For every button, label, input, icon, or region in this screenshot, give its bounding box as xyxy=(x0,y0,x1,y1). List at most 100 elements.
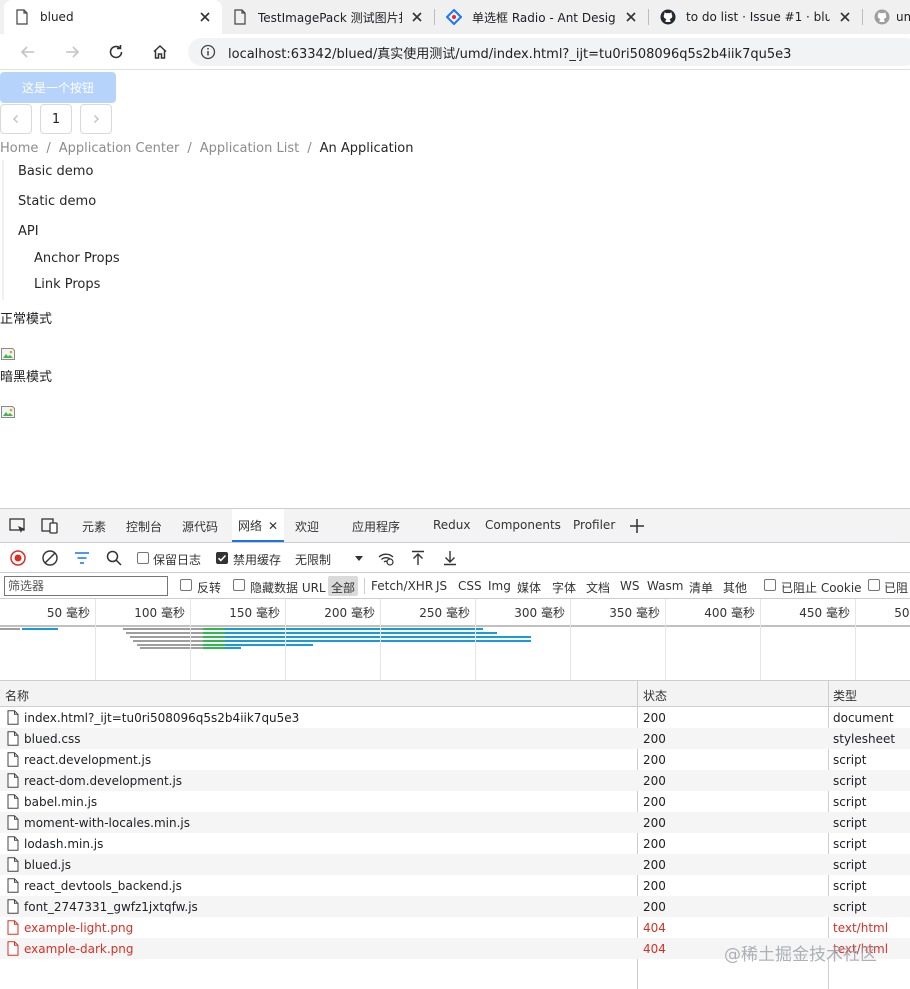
browser-tab-testimagepack[interactable]: TestImagePack 测试图片打包 xyxy=(222,0,434,34)
devtools-tab-application[interactable]: 应用程序 xyxy=(352,518,400,535)
disable-cache-checkbox[interactable] xyxy=(216,552,228,564)
browser-tab-github-issue[interactable]: to do list · Issue #1 · blueju/ xyxy=(650,0,862,34)
timeline-tick-label: 100 毫秒 xyxy=(134,606,185,620)
filter-type-ws[interactable]: WS xyxy=(620,579,639,593)
table-row[interactable]: babel.min.js 200 script xyxy=(0,791,910,812)
filter-type-font[interactable]: 字体 xyxy=(552,579,576,596)
filter-icon[interactable] xyxy=(73,549,91,567)
filter-type-js[interactable]: JS xyxy=(436,579,447,593)
browser-tab-ant-design-radio[interactable]: 单选框 Radio - Ant Design xyxy=(436,0,648,34)
reload-button[interactable] xyxy=(104,40,128,64)
filter-type-fetch-xhr[interactable]: Fetch/XHR xyxy=(371,579,433,593)
network-conditions-icon[interactable] xyxy=(377,549,395,567)
anchor-link-basic-demo[interactable]: Basic demo xyxy=(18,164,93,179)
export-har-icon[interactable] xyxy=(441,549,459,567)
filter-type-other[interactable]: 其他 xyxy=(723,579,747,596)
anchor-link-api[interactable]: API xyxy=(18,224,39,239)
table-row[interactable]: react_devtools_backend.js 200 script xyxy=(0,875,910,896)
browser-tab-blued[interactable]: blued xyxy=(4,0,222,34)
plus-icon[interactable] xyxy=(627,516,647,536)
dark-mode-label: 暗黑模式 xyxy=(0,370,53,385)
filter-type-wasm[interactable]: Wasm xyxy=(647,579,683,593)
table-row[interactable]: react-dom.development.js 200 script xyxy=(0,770,910,791)
close-icon[interactable]: ✕ xyxy=(268,519,278,533)
hide-data-urls-checkbox[interactable] xyxy=(233,579,245,591)
devtools-tab-profiler[interactable]: Profiler xyxy=(573,518,615,532)
devtools-tab-console[interactable]: 控制台 xyxy=(126,518,162,535)
table-header: 名称 状态 类型 xyxy=(0,681,910,707)
devtools-panel: 元素 控制台 源代码 网络 ✕ 欢迎 应用程序 Redux Components … xyxy=(0,508,910,989)
filter-type-manifest[interactable]: 清单 xyxy=(689,579,713,596)
table-row[interactable]: index.html?_ijt=tu0ri508096q5s2b4iik7qu5… xyxy=(0,707,910,728)
filter-type-img[interactable]: Img xyxy=(488,579,511,593)
devtools-tab-sources[interactable]: 源代码 xyxy=(182,518,218,535)
devtools-tab-network[interactable]: 网络 ✕ xyxy=(232,509,285,542)
anchor-link-link-props[interactable]: Link Props xyxy=(34,277,100,292)
cell-type: script xyxy=(833,816,867,830)
anchor-link-anchor-props[interactable]: Anchor Props xyxy=(34,251,120,266)
column-header-name[interactable]: 名称 xyxy=(5,687,29,704)
blocked-requests-checkbox[interactable] xyxy=(868,579,880,591)
pagination-prev-button[interactable] xyxy=(0,104,32,134)
anchor-link-static-demo[interactable]: Static demo xyxy=(18,194,96,209)
waterfall-bar xyxy=(203,636,225,638)
forward-button[interactable] xyxy=(60,40,84,64)
arrow-right-icon xyxy=(66,46,80,58)
preserve-log-checkbox[interactable] xyxy=(137,552,149,564)
filter-type-css[interactable]: CSS xyxy=(458,579,482,593)
table-row[interactable]: blued.css 200 stylesheet xyxy=(0,728,910,749)
close-icon[interactable] xyxy=(408,8,426,26)
filter-type-all[interactable]: 全部 xyxy=(328,576,359,596)
home-button[interactable] xyxy=(148,40,172,64)
devtools-tab-components[interactable]: Components xyxy=(485,518,561,532)
clear-icon[interactable] xyxy=(41,549,59,567)
throttling-select[interactable]: 无限制 xyxy=(295,551,331,568)
network-overview-timeline[interactable]: 50 毫秒 100 毫秒 150 毫秒 200 毫秒 250 毫秒 300 毫秒 350 毫… xyxy=(0,599,910,681)
record-icon[interactable] xyxy=(9,549,27,567)
pagination-next-button[interactable] xyxy=(80,104,112,134)
filter-type-doc[interactable]: 文档 xyxy=(586,579,610,596)
close-icon[interactable] xyxy=(622,8,640,26)
waterfall-bar xyxy=(225,632,497,634)
search-icon[interactable] xyxy=(105,549,123,567)
waterfall-bar xyxy=(140,647,203,649)
tab-title: TestImagePack 测试图片打包 xyxy=(258,10,402,25)
close-icon[interactable] xyxy=(196,8,214,26)
inspect-element-icon[interactable] xyxy=(8,516,28,536)
close-icon[interactable] xyxy=(836,8,854,26)
invert-checkbox[interactable] xyxy=(180,579,192,591)
import-har-icon[interactable] xyxy=(409,549,427,567)
info-icon[interactable] xyxy=(200,44,216,60)
cell-name: font_2747331_gwfz1jxtqfw.js xyxy=(24,900,198,914)
address-bar[interactable]: localhost:63342/blued/真实使用测试/umd/index.h… xyxy=(188,38,910,66)
pagination-page-1[interactable]: 1 xyxy=(40,104,72,134)
filter-input[interactable] xyxy=(4,576,168,596)
device-toolbar-icon[interactable] xyxy=(40,516,60,536)
table-row[interactable]: moment-with-locales.min.js 200 script xyxy=(0,812,910,833)
devtools-tab-elements[interactable]: 元素 xyxy=(82,518,106,535)
breadcrumb-item-application-center[interactable]: Application Center xyxy=(59,141,180,156)
table-row[interactable]: example-light.png 404 text/html xyxy=(0,917,910,938)
cell-name: react.development.js xyxy=(24,753,152,767)
table-row[interactable]: lodash.min.js 200 script xyxy=(0,833,910,854)
back-button[interactable] xyxy=(16,40,40,64)
timeline-ruler xyxy=(0,625,910,627)
primary-button[interactable]: 这是一个按钮 xyxy=(0,72,116,103)
caret-down-icon[interactable] xyxy=(350,549,368,567)
table-row[interactable]: react.development.js 200 script xyxy=(0,749,910,770)
devtools-tab-welcome[interactable]: 欢迎 xyxy=(295,518,319,535)
column-header-status[interactable]: 状态 xyxy=(643,687,667,704)
page-icon xyxy=(234,9,246,25)
breadcrumb-item-application-list[interactable]: Application List xyxy=(200,141,300,156)
blocked-requests-label: 已阻 xyxy=(884,581,909,595)
url-text[interactable]: localhost:63342/blued/真实使用测试/umd/index.h… xyxy=(228,43,791,62)
table-row[interactable]: blued.js 200 script xyxy=(0,854,910,875)
column-header-type[interactable]: 类型 xyxy=(833,687,857,704)
filter-type-media[interactable]: 媒体 xyxy=(517,579,541,596)
breadcrumb-item-home[interactable]: Home xyxy=(0,141,38,156)
github-icon xyxy=(874,9,890,25)
table-row[interactable]: font_2747331_gwfz1jxtqfw.js 200 script xyxy=(0,896,910,917)
blocked-cookies-checkbox[interactable] xyxy=(764,579,776,591)
devtools-tab-redux[interactable]: Redux xyxy=(433,518,471,532)
browser-tab-github-partial[interactable]: um xyxy=(864,0,910,34)
